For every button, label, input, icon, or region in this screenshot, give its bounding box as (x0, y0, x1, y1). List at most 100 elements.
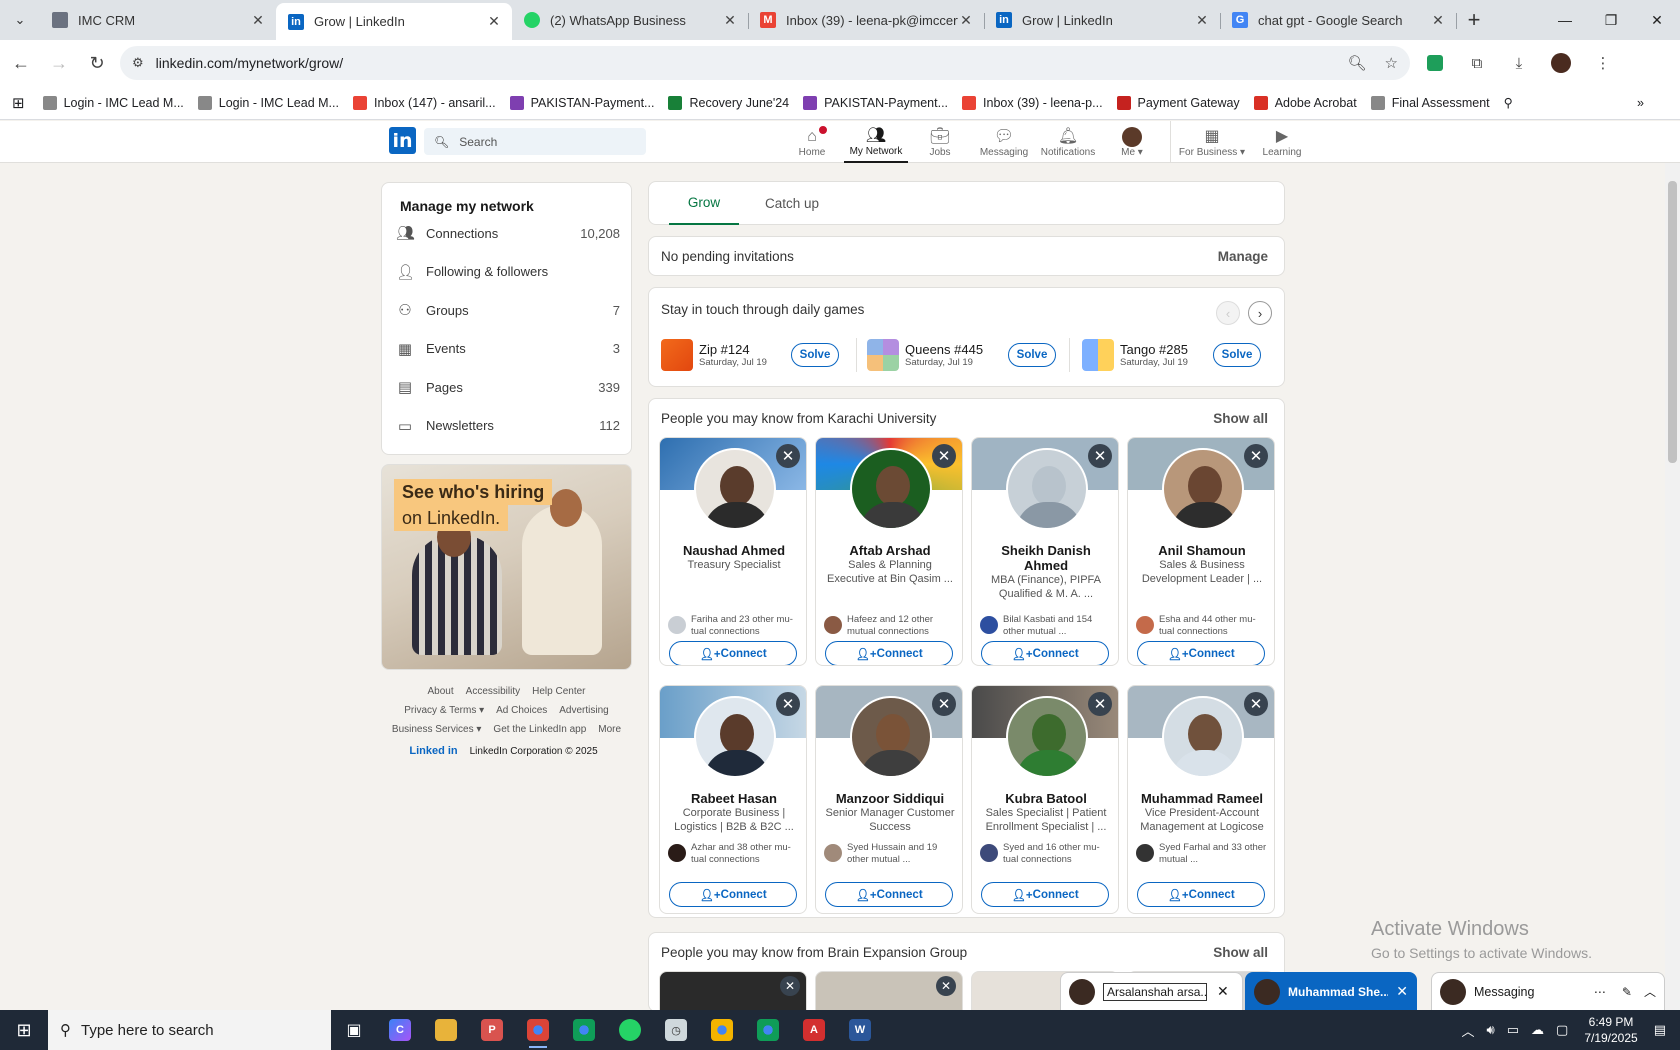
close-icon[interactable]: ✕ (1217, 983, 1229, 1000)
app-icon[interactable]: P (469, 1010, 515, 1050)
chrome-icon[interactable] (515, 1010, 561, 1050)
bookmark-item[interactable]: Payment Gateway (1116, 95, 1240, 110)
close-icon[interactable]: ✕ (250, 12, 266, 29)
solve-button[interactable]: Solve (1213, 343, 1261, 367)
browser-tab[interactable]: in Grow | LinkedIn ✕ (276, 3, 512, 40)
tab-grow[interactable]: Grow (669, 182, 739, 225)
acrobat-icon[interactable]: A (791, 1010, 837, 1050)
weather-icon[interactable]: ☁ (1531, 1022, 1544, 1038)
person-name[interactable]: Aftab Arshad (820, 543, 960, 558)
manage-item-connections[interactable]: 👥︎ Connections 10,208 (396, 218, 620, 248)
footer-link[interactable]: More (598, 724, 621, 735)
search-input[interactable]: 🔍︎ Search (424, 128, 646, 155)
show-all-button[interactable]: Show all (1213, 411, 1268, 426)
footer-link[interactable]: Ad Choices (496, 705, 547, 716)
footer-link[interactable]: Accessibility (466, 686, 520, 697)
task-view-icon[interactable]: ▣ (331, 1010, 377, 1050)
browser-tab[interactable]: in Grow | LinkedIn ✕ (984, 3, 1221, 37)
solve-button[interactable]: Solve (791, 343, 839, 367)
extension-icon[interactable] (1418, 46, 1452, 80)
game-item[interactable]: Queens #445 Saturday, Jul 19 Solve (867, 338, 1056, 372)
person-name[interactable]: Rabeet Hasan (664, 791, 804, 806)
restore-button[interactable]: ❐ (1588, 0, 1634, 40)
forward-button[interactable]: → (42, 46, 76, 80)
bookmark-item[interactable]: Inbox (39) - leena-p... (962, 95, 1103, 110)
bookmark-item[interactable]: Login - IMC Lead M... (197, 95, 339, 110)
close-icon[interactable]: ✕ (932, 444, 956, 468)
volume-icon[interactable]: 🔊︎ (1487, 1022, 1495, 1038)
browser-tab[interactable]: Gchat gpt - Google Search ✕ (1220, 3, 1457, 37)
person-name[interactable]: Anil Shamoun (1132, 543, 1272, 558)
person-card-partial[interactable]: ✕ (815, 971, 963, 1011)
footer-link[interactable]: Business Services ▾ (392, 724, 482, 735)
chat-window-arsalan[interactable]: Arsalanshah arsa... ✕ (1060, 972, 1243, 1010)
connect-button[interactable]: 👤︎+ Connect (1137, 641, 1265, 665)
download-icon[interactable]: ⤓ (1502, 46, 1536, 80)
page-scrollbar[interactable] (1665, 163, 1680, 1010)
taskbar-clock[interactable]: 6:49 PM 7/19/2025 (1584, 1014, 1637, 1046)
person-card-partial[interactable]: ✕ (659, 971, 807, 1011)
manage-item-following[interactable]: 👤︎ Following & followers (396, 257, 620, 287)
clock-app-icon[interactable]: ◷ (653, 1010, 699, 1050)
tab-catch-up[interactable]: Catch up (757, 182, 827, 225)
footer-link[interactable]: Help Center (532, 686, 585, 697)
show-all-button[interactable]: Show all (1213, 945, 1268, 960)
manage-item-newsletters[interactable]: ▭ Newsletters 112 (396, 411, 620, 441)
profile-avatar[interactable] (1544, 46, 1578, 80)
chrome-menu-icon[interactable]: ⋮ (1586, 46, 1620, 80)
linkedin-logo[interactable]: in (389, 127, 416, 154)
bookmark-item[interactable]: Recovery June'24 (668, 95, 789, 110)
browser-tab[interactable]: M Inbox (39) - leena-pk@imccerti ✕ (748, 3, 985, 37)
close-icon[interactable]: ✕ (1088, 692, 1112, 716)
bookmark-item[interactable]: PAKISTAN-Payment... (509, 95, 654, 110)
close-icon[interactable]: ✕ (722, 12, 738, 29)
zoom-icon[interactable]: 🔍︎ (1348, 54, 1367, 72)
minimize-button[interactable]: — (1542, 0, 1588, 40)
person-card[interactable]: ✕ Kubra Batool Sales Specialist | Patient … (971, 685, 1119, 914)
person-name[interactable]: Sheikh Danish Ahmed (986, 543, 1106, 573)
extensions-puzzle-icon[interactable]: ⧉ (1460, 46, 1494, 80)
connect-button[interactable]: 👤︎+ Connect (825, 641, 953, 665)
footer-link[interactable]: Privacy & Terms ▾ (404, 705, 484, 716)
chrome-icon[interactable] (745, 1010, 791, 1050)
nav-my-network[interactable]: 👥︎ My Network (844, 121, 908, 163)
connect-button[interactable]: 👤︎+ Connect (825, 882, 953, 907)
person-photo[interactable] (694, 448, 776, 530)
footer-link[interactable]: About (428, 686, 454, 697)
bookmarks-overflow-icon[interactable]: » (1637, 96, 1644, 110)
connect-button[interactable]: 👤︎+ Connect (669, 882, 797, 907)
reload-button[interactable]: ↻ (80, 46, 114, 80)
close-icon[interactable]: ✕ (780, 976, 800, 996)
person-photo[interactable] (1006, 696, 1088, 778)
nav-learning[interactable]: ▶ Learning (1247, 121, 1317, 163)
nav-notifications[interactable]: 🔔︎ Notifications (1036, 121, 1100, 163)
close-icon[interactable]: ✕ (1396, 983, 1408, 1000)
connect-button[interactable]: 👤︎+ Connect (1137, 882, 1265, 907)
close-icon[interactable]: ✕ (1430, 12, 1446, 29)
nav-me[interactable]: Me ▾ (1100, 121, 1164, 163)
person-card[interactable]: ✕ Anil Shamoun Sales & Business Developmen… (1127, 437, 1275, 666)
chrome-icon[interactable] (699, 1010, 745, 1050)
close-icon[interactable]: ✕ (1194, 12, 1210, 29)
games-prev-button[interactable]: ‹ (1216, 301, 1240, 325)
person-name[interactable]: Muhammad Rameel (1132, 791, 1272, 806)
bookmark-item[interactable]: Adobe Acrobat (1253, 95, 1357, 110)
nav-for-business[interactable]: ▦ For Business ▾ (1177, 121, 1247, 163)
games-next-button[interactable]: › (1248, 301, 1272, 325)
nav-messaging[interactable]: 💬︎ Messaging (972, 121, 1036, 163)
game-item[interactable]: Zip #124 Saturday, Jul 19 Solve (661, 338, 839, 372)
messaging-dock[interactable]: Messaging ⋯ ✎ ︿ (1431, 972, 1665, 1010)
person-card[interactable]: ✕ Naushad Ahmed Treasury Specialist Fariha … (659, 437, 807, 666)
close-icon[interactable]: ✕ (936, 976, 956, 996)
scrollbar-thumb[interactable] (1668, 181, 1677, 463)
messaging-label[interactable]: Messaging (1474, 985, 1586, 999)
person-card[interactable]: ✕ Rabeet Hasan Corporate Business | Logist… (659, 685, 807, 914)
close-icon[interactable]: ✕ (1088, 444, 1112, 468)
close-icon[interactable]: ✕ (1244, 444, 1268, 468)
back-button[interactable]: ← (4, 46, 38, 80)
person-card[interactable]: ✕ Manzoor Siddiqui Senior Manager Customer… (815, 685, 963, 914)
new-tab-button[interactable]: + (1456, 3, 1492, 37)
close-window-button[interactable]: ✕ (1634, 0, 1680, 40)
close-icon[interactable]: ✕ (1244, 692, 1268, 716)
person-name[interactable]: Naushad Ahmed (664, 543, 804, 558)
